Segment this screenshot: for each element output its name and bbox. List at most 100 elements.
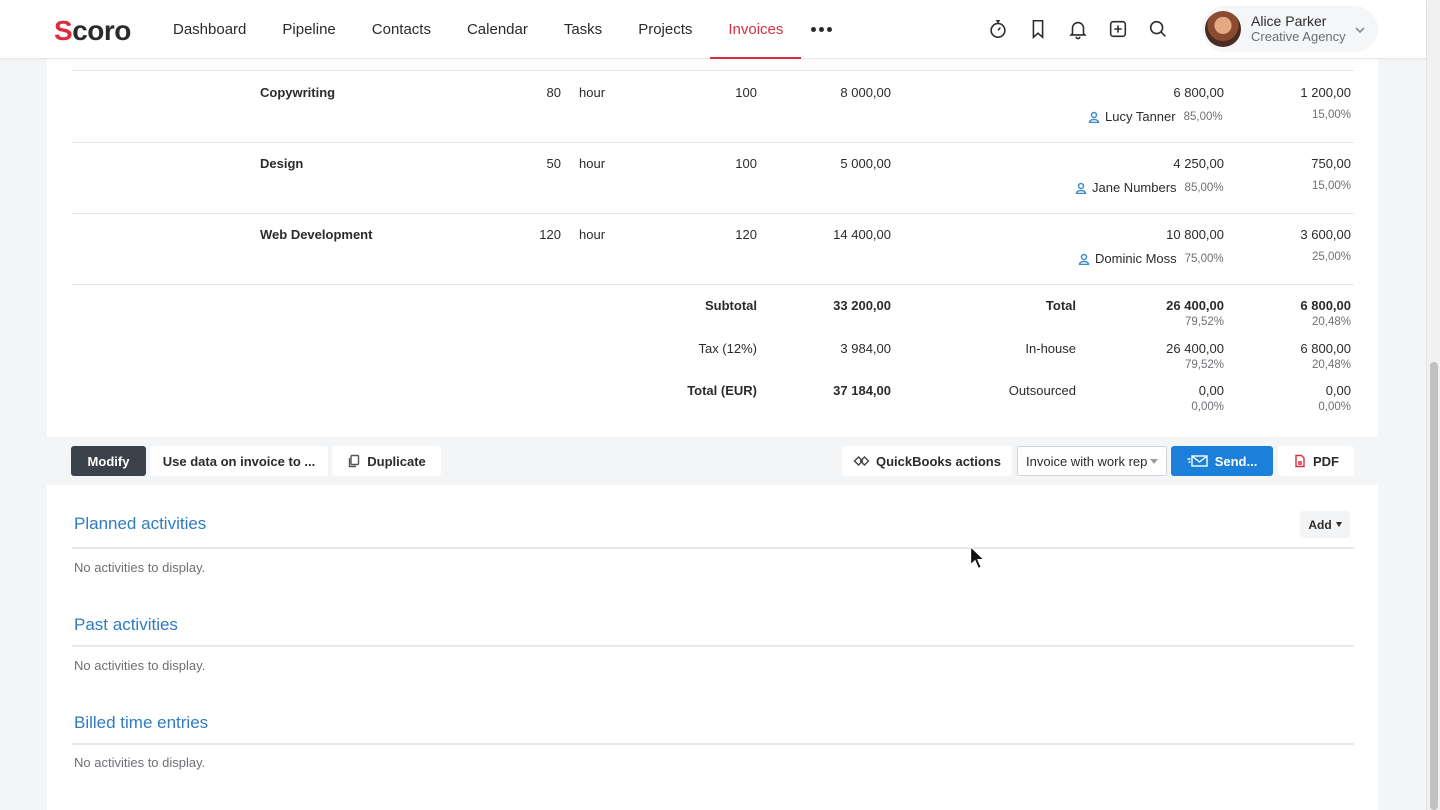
plus-square-icon[interactable] [1106, 17, 1130, 41]
person-percent: 85,00% [1183, 110, 1223, 123]
line-unit: hour [579, 156, 606, 171]
total-label: Total (EUR) [687, 383, 757, 398]
caret-down-icon [1150, 459, 1158, 464]
person-percent: 85,00% [1184, 181, 1224, 194]
add-activity-button[interactable]: Add [1300, 511, 1350, 538]
past-empty-text: No activities to display. [74, 658, 206, 673]
duplicate-button[interactable]: Duplicate [332, 446, 441, 476]
nav-projects[interactable]: Projects [620, 0, 710, 59]
bookmark-icon[interactable] [1026, 17, 1050, 41]
person-name: Lucy Tanner [1105, 109, 1176, 124]
add-label: Add [1308, 517, 1332, 532]
pdf-file-icon [1295, 454, 1305, 468]
line-unit: hour [579, 227, 606, 242]
row-divider [72, 213, 1354, 214]
nav-calendar[interactable]: Calendar [449, 0, 546, 59]
line-unit: hour [579, 85, 606, 100]
person-name: Jane Numbers [1092, 180, 1177, 195]
nav-tasks[interactable]: Tasks [546, 0, 620, 59]
line-outsourced-percent: 15,00% [1311, 180, 1351, 192]
split-inhouse-a-pct: 79,52% [1184, 359, 1224, 371]
person-name: Dominic Moss [1095, 251, 1177, 266]
timer-icon[interactable] [986, 17, 1010, 41]
avatar [1205, 11, 1241, 47]
billed-time-entries-title[interactable]: Billed time entries [74, 713, 208, 733]
line-product: Design [260, 156, 304, 171]
modify-button[interactable]: Modify [71, 446, 146, 476]
line-product: Web Development [260, 227, 373, 242]
line-outsourced-amount: 750,00 [1311, 156, 1351, 171]
line-qty: 80 [546, 85, 561, 100]
mouse-cursor-icon [969, 545, 986, 570]
line-price: 100 [735, 156, 757, 171]
quickbooks-actions-button[interactable]: QuickBooks actions [842, 446, 1012, 476]
scoro-logo[interactable]: Scoro [54, 15, 131, 47]
pdf-button[interactable]: PDF [1278, 446, 1354, 476]
line-person[interactable]: Lucy Tanner 85,00% [1088, 109, 1223, 124]
split-outsourced-label: Outsourced [1008, 383, 1076, 398]
split-total-outsourced-pct: 20,48% [1311, 316, 1351, 328]
line-outsourced-amount: 1 200,00 [1300, 85, 1351, 100]
section-divider [72, 743, 1354, 745]
split-outsourced-a-pct: 0,00% [1191, 401, 1224, 413]
line-person[interactable]: Dominic Moss 75,00% [1078, 251, 1224, 266]
bell-icon[interactable] [1066, 17, 1090, 41]
split-outsourced-b-pct: 0,00% [1318, 401, 1351, 413]
line-sum: 5 000,00 [840, 156, 891, 171]
pdf-label: PDF [1313, 453, 1339, 469]
more-horizontal-icon[interactable] [801, 0, 841, 59]
line-outsourced-percent: 25,00% [1311, 251, 1351, 263]
page-scrollbar[interactable] [1426, 0, 1440, 810]
past-activities-title[interactable]: Past activities [74, 615, 178, 635]
invoice-template-value: Invoice with work rep [1026, 453, 1148, 469]
main-nav: Dashboard Pipeline Contacts Calendar Tas… [155, 0, 841, 59]
person-percent: 75,00% [1184, 252, 1224, 265]
split-inhouse-b-pct: 20,48% [1311, 359, 1351, 371]
line-product: Copywriting [260, 85, 336, 100]
split-total-outsourced: 6 800,00 [1300, 298, 1351, 313]
top-navigation-bar: Scoro Dashboard Pipeline Contacts Calend… [0, 0, 1426, 59]
line-inhouse-amount: 6 800,00 [1173, 85, 1224, 100]
user-organization: Creative Agency [1251, 29, 1346, 44]
line-sum: 14 400,00 [833, 227, 891, 242]
split-inhouse-label: In-house [1025, 341, 1076, 356]
split-inhouse-b: 6 800,00 [1300, 341, 1351, 356]
line-inhouse-amount: 10 800,00 [1166, 227, 1224, 242]
split-total-label: Total [1045, 298, 1076, 313]
scrollbar-thumb[interactable] [1430, 362, 1438, 810]
activities-panel [47, 485, 1378, 810]
section-divider [72, 547, 1354, 549]
invoice-template-select[interactable]: Invoice with work rep [1017, 446, 1167, 476]
nav-dashboard[interactable]: Dashboard [155, 0, 264, 59]
split-outsourced-a: 0,00 [1198, 383, 1224, 398]
row-divider [72, 284, 1354, 285]
caret-down-icon [1335, 522, 1342, 527]
line-outsourced-amount: 3 600,00 [1300, 227, 1351, 242]
tax-value: 3 984,00 [840, 341, 891, 356]
nav-contacts[interactable]: Contacts [354, 0, 449, 59]
user-menu[interactable]: Alice Parker Creative Agency [1202, 6, 1378, 52]
split-inhouse-a: 26 400,00 [1166, 341, 1224, 356]
person-icon [1078, 253, 1090, 265]
use-data-on-invoice-button[interactable]: Use data on invoice to ... [150, 446, 328, 476]
split-total-inhouse: 26 400,00 [1166, 298, 1224, 313]
line-qty: 120 [539, 227, 561, 242]
planned-activities-title[interactable]: Planned activities [74, 514, 206, 534]
send-button[interactable]: Send... [1171, 446, 1273, 476]
line-inhouse-amount: 4 250,00 [1173, 156, 1224, 171]
split-total-inhouse-pct: 79,52% [1184, 316, 1224, 328]
line-qty: 50 [546, 156, 561, 171]
line-price: 100 [735, 85, 757, 100]
nav-pipeline[interactable]: Pipeline [264, 0, 353, 59]
send-label: Send... [1214, 453, 1258, 469]
user-name: Alice Parker [1251, 13, 1327, 29]
search-icon[interactable] [1146, 17, 1170, 41]
toolbar-icons [986, 17, 1170, 41]
row-divider [72, 142, 1354, 143]
tax-label: Tax (12%) [698, 341, 757, 356]
line-person[interactable]: Jane Numbers 85,00% [1075, 180, 1224, 195]
person-icon [1075, 182, 1087, 194]
planned-empty-text: No activities to display. [74, 560, 206, 575]
quickbooks-icon [853, 456, 870, 466]
nav-invoices[interactable]: Invoices [710, 0, 802, 59]
